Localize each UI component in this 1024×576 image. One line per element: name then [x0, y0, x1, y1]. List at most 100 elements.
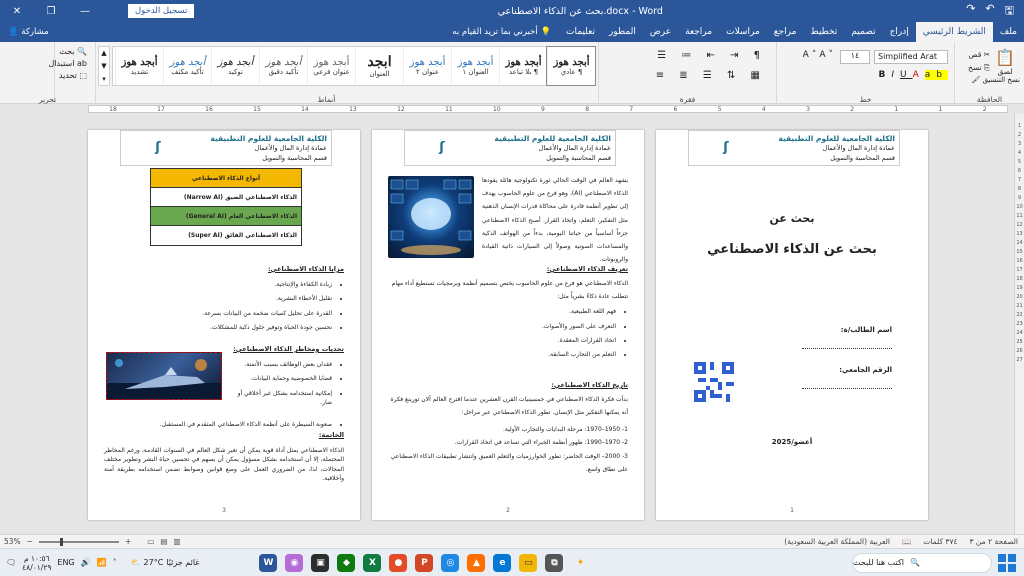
web-layout-icon[interactable]: ▭	[147, 537, 154, 546]
replace-button[interactable]: ab استبدال	[48, 58, 87, 70]
network-icon[interactable]: 📶	[97, 558, 107, 567]
page-count[interactable]: الصفحة ٢ من ٣	[964, 537, 1024, 546]
print-layout-icon[interactable]: ▤	[160, 537, 167, 546]
tab-design[interactable]: تصميم	[844, 22, 882, 42]
share-label: مشاركة	[21, 27, 49, 37]
redo-icon[interactable]: ↷	[966, 2, 975, 21]
style-emphasis[interactable]: أبجد هوز توكيد	[211, 47, 259, 85]
share-button[interactable]: مشاركة 👤	[0, 27, 49, 37]
find-button[interactable]: 🔍 بحث	[48, 46, 87, 58]
proofing-icon[interactable]: 📖	[896, 537, 917, 546]
page-number: 3	[222, 507, 226, 514]
zoom-out-icon[interactable]: −	[27, 537, 33, 546]
page-2[interactable]: الكلية الجامعية للعلوم التطبيقية عمادة إ…	[372, 130, 644, 520]
faculty-name: عمادة إدارة المال والأعمال	[538, 144, 611, 153]
style-strong[interactable]: أبجد هوز تشديد	[115, 47, 163, 85]
word-app-icon[interactable]: W	[259, 553, 278, 572]
table-row: الذكاء الاصطناعي الضيق (Narrow AI)	[151, 188, 301, 207]
styles-gallery[interactable]: أبجد هوز ¶ عادي أبجد هوز ¶ بلا تباعد أبجد …	[112, 46, 596, 86]
copy-button[interactable]: ⎘ نسخ	[968, 61, 990, 74]
person-icon: 👤	[8, 27, 19, 37]
align-buttons[interactable]: ≡ ≣ ☰ ⇅ ▦	[656, 70, 766, 81]
tab-home[interactable]: الشريط الرئيسي	[915, 22, 993, 42]
task-view-icon[interactable]: ⧉	[545, 553, 564, 572]
clock[interactable]: ١٠:٥٦ م ٤٨/٠١/٢٩	[22, 554, 51, 572]
tab-file[interactable]: ملف	[993, 22, 1024, 42]
ai-robot-hand-image[interactable]	[106, 352, 222, 400]
tab-developer[interactable]: المطور	[602, 22, 643, 42]
university-id-label: الرقم الجامعي:	[839, 366, 892, 374]
powerpoint-app-icon[interactable]: P	[415, 553, 434, 572]
style-heading-2[interactable]: أبجد هوز عنوان ٢	[403, 47, 451, 85]
style-no-spacing[interactable]: أبجد هوز ¶ بلا تباعد	[499, 47, 547, 85]
style-normal[interactable]: أبجد هوز ¶ عادي	[546, 46, 596, 86]
style-subtle-emphasis[interactable]: أبجد هوز تأكيد دقيق	[259, 47, 307, 85]
style-sample: أبجد هوز	[313, 56, 350, 68]
brush-icon: 🖌	[971, 76, 981, 84]
style-subtitle[interactable]: أبجد هوز عنوان فرعي	[307, 47, 355, 85]
tab-review[interactable]: مراجعة	[678, 22, 719, 42]
ruler-number: 4	[761, 105, 766, 113]
restore-icon[interactable]: ❐	[34, 0, 68, 22]
weather-widget[interactable]: ⛅ 27°C غائم جزئيًا	[131, 558, 200, 567]
volume-icon[interactable]: 🔊	[81, 558, 91, 567]
font-format-buttons[interactable]: BIUAab	[878, 70, 948, 80]
format-painter-label: نسخ التنسيق	[982, 76, 1020, 84]
sign-in-button[interactable]: تسجيل الدخول	[128, 4, 195, 18]
language-indicator[interactable]: العربية (المملكة العربية السعودية)	[778, 537, 896, 546]
page-3[interactable]: الكلية الجامعية للعلوم التطبيقية عمادة إ…	[88, 130, 360, 520]
format-painter-button[interactable]: 🖌 نسخ التنسيق	[971, 76, 1020, 84]
zoom-slider-thumb[interactable]	[60, 537, 64, 546]
notification-icon[interactable]: 🗨	[6, 558, 16, 567]
font-name-dropdown[interactable]: Simplified Arat	[874, 50, 948, 64]
zoom-in-icon[interactable]: +	[125, 537, 131, 546]
style-title[interactable]: ابجد العنوان	[355, 47, 403, 85]
style-intense-emphasis[interactable]: أبجد هوز تأكيد مكثف	[163, 47, 211, 85]
chrome-app-icon[interactable]: ◎	[441, 553, 460, 572]
app-icon[interactable]: ◉	[285, 553, 304, 572]
document-area[interactable]: الكلية الجامعية للعلوم التطبيقية عمادة إ…	[0, 114, 1014, 534]
edge-app-icon[interactable]: e	[493, 553, 512, 572]
list-buttons[interactable]: ☰ ≔ ⇤ ⇥ ¶	[657, 50, 766, 61]
zoom-slider[interactable]	[38, 537, 119, 546]
tab-help[interactable]: تعليمات	[559, 22, 602, 42]
app-icon[interactable]: ▲	[467, 553, 486, 572]
list-item: قضايا الخصوصية وحماية البيانات.	[230, 374, 332, 383]
tab-mailings[interactable]: مراسلات	[719, 22, 767, 42]
chevron-up-icon[interactable]: ˄	[113, 558, 117, 567]
ruler-scale[interactable]: 18 17 16 15 14 13 12 11 10 9 8 7 6 5 4 3 2 1 1 2	[88, 105, 1008, 113]
minimize-icon[interactable]: —	[68, 0, 102, 22]
ai-brain-image[interactable]	[388, 176, 474, 258]
cut-button[interactable]: ✂ قص	[968, 48, 990, 61]
vertical-scrollbar[interactable]: 1 2 3 4 5 6 7 8 9 10 11 12 13 14 15 16 17 18 19 20 21 22 23 24 2…	[1014, 114, 1024, 534]
copilot-icon[interactable]: ✦	[571, 554, 589, 572]
tab-view[interactable]: عرض	[643, 22, 678, 42]
close-icon[interactable]: ✕	[0, 0, 34, 22]
taskbar-search[interactable]: 🔍 اكتب هنا للبحث	[852, 552, 992, 573]
font-size-dropdown[interactable]: ١٤	[840, 50, 870, 64]
start-button[interactable]	[998, 553, 1016, 572]
app-icon[interactable]: ▣	[311, 553, 330, 572]
tab-references[interactable]: مراجع	[767, 22, 804, 42]
input-language[interactable]: ENG	[57, 558, 74, 567]
style-heading-1[interactable]: أبجد هوز العنوان ١	[451, 47, 499, 85]
font-size-grow-shrink[interactable]: A˄A˅	[803, 50, 836, 60]
tab-insert[interactable]: إدراج	[883, 22, 916, 42]
select-button[interactable]: ⬚ تحديد	[48, 70, 87, 82]
app-icon[interactable]: ●	[389, 553, 408, 572]
tab-layout[interactable]: تخطيط	[803, 22, 844, 42]
paste-button[interactable]: 📋 لصق	[992, 48, 1018, 76]
word-count[interactable]: ٣٧٤ كلمات	[917, 537, 963, 546]
tell-me-box[interactable]: 💡 أخبرني بما تريد القيام به	[452, 27, 551, 37]
ruler-number: 15	[253, 105, 261, 113]
excel-app-icon[interactable]: X	[363, 553, 382, 572]
save-icon[interactable]: 🖫	[1005, 2, 1014, 21]
file-explorer-icon[interactable]: ▭	[519, 553, 538, 572]
zoom-level[interactable]: 53%	[4, 537, 21, 546]
read-mode-icon[interactable]: ▥	[173, 537, 180, 546]
undo-icon[interactable]: ↶	[985, 2, 994, 21]
page-1[interactable]: الكلية الجامعية للعلوم التطبيقية عمادة إ…	[656, 130, 928, 520]
vertical-ruler-numbers: 1 2 3 4 5 6 7 8 9 10 11 12 13 14 15 16 17 18 19 20 21 22 23 24 2…	[1016, 123, 1023, 363]
styles-scroll[interactable]: ▲ ▼ ▾	[98, 46, 110, 86]
app-icon[interactable]: ◆	[337, 553, 356, 572]
